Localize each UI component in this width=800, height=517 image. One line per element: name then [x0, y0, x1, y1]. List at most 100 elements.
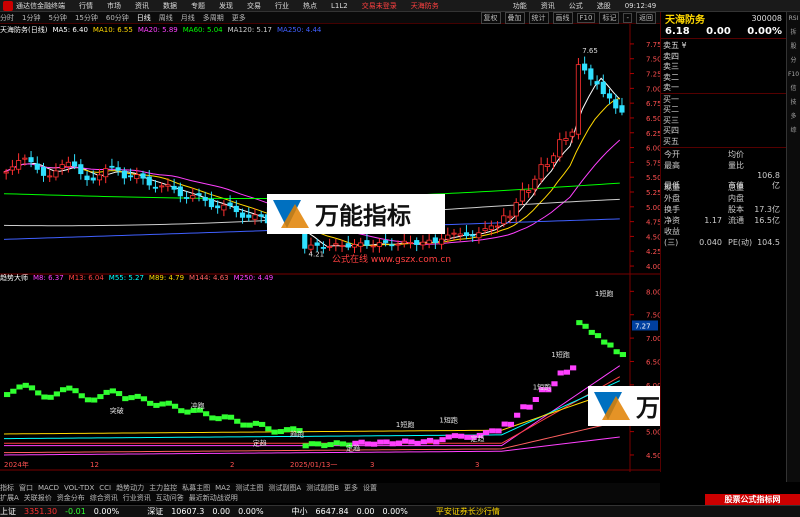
sidebar-button[interactable]: 分 [787, 54, 800, 68]
tick-label: 7.75 [646, 41, 660, 49]
period-5min[interactable]: 5分钟 [48, 13, 66, 23]
trade-login-status[interactable]: 交易未登录 [362, 1, 397, 11]
sidebar-button[interactable]: 信 [787, 82, 800, 96]
menu-market[interactable]: 市场 [107, 1, 121, 11]
period-monthly[interactable]: 月线 [181, 13, 195, 23]
trend-block [489, 428, 496, 434]
trend-block [364, 441, 371, 447]
tab-settings[interactable]: 设置 [363, 483, 377, 493]
menu-news[interactable]: 资讯 [135, 1, 149, 11]
tab-fund-dist[interactable]: 资金分布 [57, 493, 85, 503]
menu-function[interactable]: 功能 [513, 1, 527, 11]
tab-industry-news[interactable]: 行业资讯 [123, 493, 151, 503]
candle-body [215, 205, 221, 209]
sell-level[interactable]: 卖五 ¥ [661, 40, 786, 51]
tab-macd[interactable]: MACD [38, 484, 59, 492]
tab-general-news[interactable]: 综合资讯 [90, 493, 118, 503]
sell-level[interactable]: 卖二 [661, 72, 786, 83]
trend-block [159, 401, 166, 407]
buy-level[interactable]: 买二 [661, 104, 786, 115]
tab-recent-notes[interactable]: 最近新动战说明 [189, 493, 238, 503]
tab-test-sub-b[interactable]: 测试副图B [306, 483, 339, 493]
stat-row: 净资 1.17 流通 16.5亿 [664, 216, 780, 225]
zx-index-label[interactable]: 中小 [292, 506, 308, 517]
sh-index-label[interactable]: 上证 [0, 506, 16, 517]
menu-industry[interactable]: 行业 [275, 1, 289, 11]
menu-formula[interactable]: 公式 [569, 1, 583, 11]
candle-body [327, 246, 333, 248]
tab-test-main[interactable]: 测试主图 [235, 483, 263, 493]
candle-body [59, 164, 65, 170]
buy-level[interactable]: 买一 [661, 94, 786, 105]
period-multi[interactable]: 多周期 [203, 13, 224, 23]
candle-body [532, 178, 538, 190]
minimize-button[interactable]: - [623, 12, 632, 23]
period-1min[interactable]: 1分钟 [22, 13, 40, 23]
tab-vol[interactable]: VOL-TDX [64, 484, 94, 492]
sz-index-label[interactable]: 深证 [147, 506, 163, 517]
f10-button[interactable]: F10 [576, 12, 596, 23]
sell-level[interactable]: 卖三 [661, 61, 786, 72]
ma20-value: MA20: 5.89 [137, 26, 178, 34]
tab-cci[interactable]: CCI [99, 484, 111, 492]
tab-main-monitor[interactable]: 主力监控 [149, 483, 177, 493]
menu-topics[interactable]: 专题 [191, 1, 205, 11]
logo-text: 万能指标 [636, 394, 660, 422]
kline-chart[interactable]: 7.75 7.50 7.25 7.00 6.75 6.50 6.25 6.00 5.75 5.50… [0, 24, 660, 472]
buy-level[interactable]: 买四 [661, 125, 786, 136]
candle-body [28, 157, 34, 163]
menu-l1l2[interactable]: L1L2 [331, 2, 348, 10]
sidebar-button[interactable]: 技 [787, 96, 800, 110]
menu-info[interactable]: 资讯 [541, 1, 555, 11]
draw-button[interactable]: 画线 [552, 11, 573, 24]
sidebar-button[interactable]: 多 [787, 110, 800, 124]
overlay-button[interactable]: 叠加 [504, 11, 525, 24]
candle-body [414, 240, 420, 245]
menu-discover[interactable]: 发现 [219, 1, 233, 11]
trend-block [277, 429, 284, 435]
period-15min[interactable]: 15分钟 [75, 13, 98, 23]
sidebar-button[interactable]: 股 [787, 40, 800, 54]
period-more[interactable]: 更多 [232, 13, 246, 23]
tab-indicator[interactable]: 指标 [0, 483, 14, 493]
menu-select[interactable]: 选股 [597, 1, 611, 11]
sidebar-button[interactable]: RSI [787, 12, 800, 26]
trend-block [234, 418, 241, 424]
zx-index-pct: 0.00% [382, 507, 408, 516]
candle-body [451, 232, 457, 235]
tab-trend-power[interactable]: 趋势动力 [116, 483, 144, 493]
sidebar-button[interactable]: 拆 [787, 26, 800, 40]
buy-level[interactable]: 买五 [661, 136, 786, 147]
sell-level[interactable]: 卖一 [661, 82, 786, 93]
candle-body [34, 163, 40, 170]
sidebar-button[interactable]: F10 [787, 68, 800, 82]
sidebar-button[interactable]: 综 [787, 124, 800, 138]
candle-body [563, 138, 569, 141]
tab-ma2[interactable]: MA2 [215, 484, 230, 492]
adjust-button[interactable]: 复权 [480, 11, 501, 24]
trend-block [66, 385, 73, 391]
menu-trade[interactable]: 交易 [247, 1, 261, 11]
tab-window[interactable]: 窗口 [19, 483, 33, 493]
ma5-value: MA5: 6.40 [52, 26, 88, 34]
stats-button[interactable]: 统计 [528, 11, 549, 24]
buy-level[interactable]: 买三 [661, 115, 786, 126]
tab-pe-main[interactable]: 私募主图 [182, 483, 210, 493]
tab-test-sub-a[interactable]: 测试副图A [268, 483, 301, 493]
period-daily[interactable]: 日线 [137, 13, 151, 23]
trend-block [426, 437, 434, 443]
menu-data[interactable]: 数据 [163, 1, 177, 11]
tab-related-quotes[interactable]: 关联报价 [24, 493, 52, 503]
menu-hot[interactable]: 热点 [303, 1, 317, 11]
period-weekly[interactable]: 周线 [159, 13, 173, 23]
period-intraday[interactable]: 分时 [0, 13, 14, 23]
low-price-label: 4.21 [309, 251, 325, 259]
tab-qa[interactable]: 互动问答 [156, 493, 184, 503]
period-60min[interactable]: 60分钟 [106, 13, 129, 23]
tab-more[interactable]: 更多 [344, 483, 358, 493]
mark-button[interactable]: 标记 [599, 11, 620, 24]
tab-ext-a[interactable]: 扩展A [0, 493, 19, 503]
sell-level[interactable]: 卖四 [661, 51, 786, 62]
menu-quotes[interactable]: 行情 [79, 1, 93, 11]
back-button[interactable]: 返回 [636, 11, 656, 24]
